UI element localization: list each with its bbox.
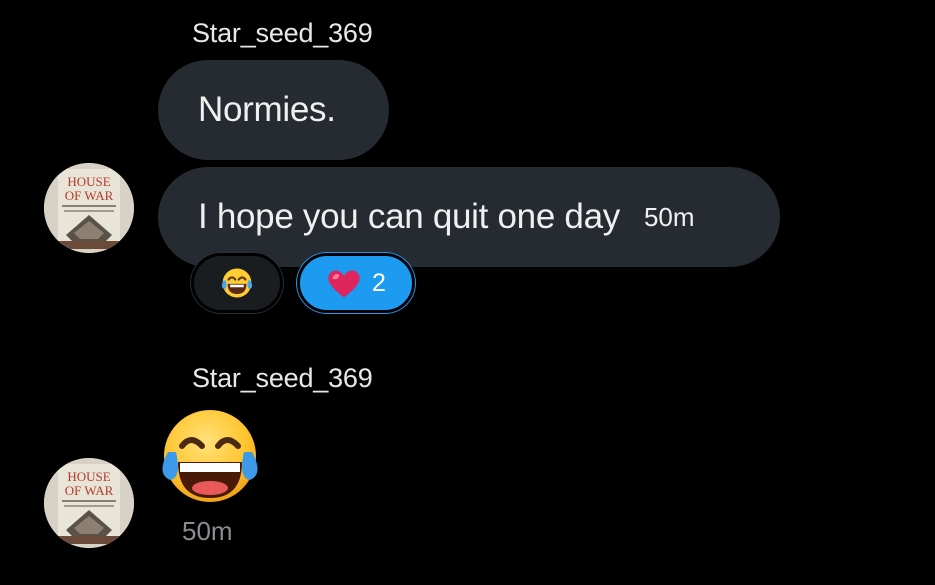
sender-username[interactable]: Star_seed_369 [192,18,373,49]
dm-conversation: Star_seed_369 Normies. HOUSE OF WAR I ho… [0,0,935,585]
laughing-tears-emoji-icon [221,268,253,298]
avatar[interactable]: HOUSE OF WAR [44,163,134,253]
sender-username[interactable]: Star_seed_369 [192,363,373,394]
book-cover-avatar-image: HOUSE OF WAR [44,458,134,548]
message-timestamp: 50m [643,201,695,232]
avatar[interactable]: HOUSE OF WAR [44,458,134,548]
avatar-title-line2: OF WAR [65,188,114,203]
message-text: Normies. [198,90,336,129]
reaction-count: 2 [372,268,386,297]
message-text: I hope you can quit one day [198,197,620,236]
message-bubble[interactable]: Normies. [158,60,389,160]
laughing-tears-emoji-icon [162,410,258,502]
message-bubble[interactable]: I hope you can quit one day 50m [158,167,780,267]
avatar-title-line2: OF WAR [65,483,114,498]
heart-emoji-icon [328,270,360,298]
message-timestamp: 50m [182,516,233,546]
reaction-heart-button[interactable]: 2 [297,253,415,313]
avatar-title-line1: HOUSE [67,174,110,189]
book-cover-avatar-image: HOUSE OF WAR [44,163,134,253]
reaction-laugh-button[interactable] [191,253,283,313]
emoji-message[interactable] [158,408,262,513]
avatar-title-line1: HOUSE [67,469,110,484]
